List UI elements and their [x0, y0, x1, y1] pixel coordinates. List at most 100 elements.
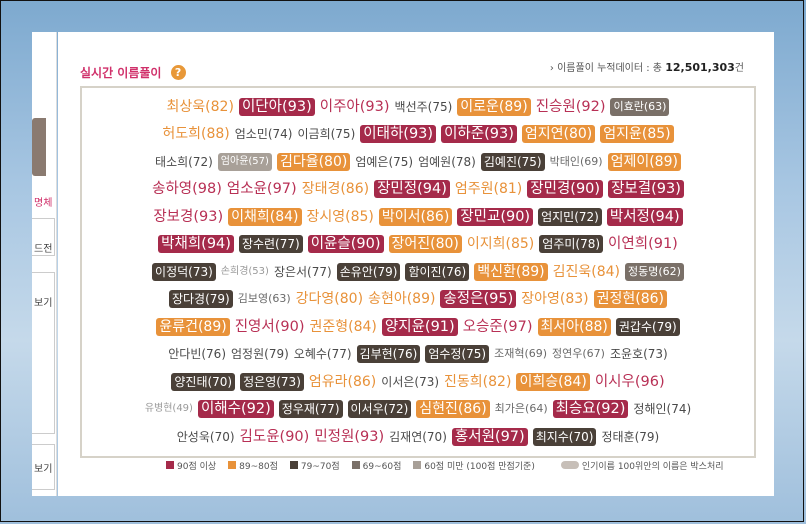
- name-link[interactable]: 백신환(89): [474, 262, 548, 281]
- name-link[interactable]: 이해수(92): [197, 400, 274, 419]
- name-link[interactable]: 최가은(64): [495, 400, 548, 418]
- name-link[interactable]: 엄소윤(97): [227, 180, 297, 198]
- name-link[interactable]: 장시영(85): [307, 208, 374, 226]
- name-link[interactable]: 장어진(80): [388, 235, 462, 254]
- name-link[interactable]: 엄소민(74): [235, 125, 293, 143]
- name-link[interactable]: 허도희(88): [162, 125, 229, 143]
- name-link[interactable]: 이지희(85): [467, 235, 534, 253]
- sidebar-label-3[interactable]: 보기: [34, 294, 54, 309]
- name-link[interactable]: 손희경(53): [221, 263, 269, 281]
- name-link[interactable]: 장민교(90): [457, 207, 534, 226]
- name-link[interactable]: 김부현(76): [356, 345, 421, 364]
- name-link[interactable]: 장보경(93): [153, 208, 223, 226]
- name-link[interactable]: 김도윤(90): [240, 428, 310, 446]
- name-link[interactable]: 이하준(93): [441, 125, 517, 144]
- name-link[interactable]: 엄제이(89): [607, 152, 681, 171]
- name-link[interactable]: 장은서(77): [274, 263, 332, 281]
- name-link[interactable]: 최승요(92): [552, 400, 629, 419]
- name-link[interactable]: 장다경(79): [168, 290, 233, 309]
- name-link[interactable]: 이주아(93): [320, 98, 390, 116]
- name-link[interactable]: 송하영(98): [152, 180, 222, 198]
- name-link[interactable]: 정은영(73): [240, 372, 304, 391]
- sidebar-button[interactable]: [32, 118, 46, 176]
- name-link[interactable]: 장민정(94): [374, 180, 450, 199]
- name-link[interactable]: 엄주미(78): [539, 235, 604, 254]
- name-link[interactable]: 홍서원(97): [451, 427, 528, 446]
- name-link[interactable]: 엄주원(81): [455, 180, 522, 198]
- name-link[interactable]: 엄지연(80): [521, 125, 596, 144]
- name-link[interactable]: 진영서(90): [235, 318, 305, 336]
- name-link[interactable]: 장보결(93): [608, 180, 684, 199]
- name-link[interactable]: 이단아(93): [238, 97, 315, 116]
- name-link[interactable]: 장태경(86): [302, 180, 369, 198]
- name-link[interactable]: 김재연(70): [389, 428, 447, 446]
- sidebar-label-2[interactable]: 드전: [34, 240, 54, 255]
- name-link[interactable]: 이희승(84): [516, 372, 590, 391]
- sidebar-label-4[interactable]: 보기: [34, 460, 54, 475]
- name-link[interactable]: 양지윤(91): [381, 317, 458, 336]
- name-link[interactable]: 김예진(75): [480, 152, 545, 171]
- name-link[interactable]: 엄아윤(57): [217, 152, 272, 171]
- name-link[interactable]: 진승원(92): [536, 98, 606, 116]
- name-link[interactable]: 송현아(89): [368, 290, 435, 308]
- name-link[interactable]: 엄유라(86): [309, 373, 376, 391]
- name-link[interactable]: 유병현(49): [145, 400, 193, 418]
- name-link[interactable]: 정동명(62): [625, 262, 684, 281]
- name-link[interactable]: 박태인(69): [550, 153, 603, 171]
- name-link[interactable]: 김다율(80): [276, 152, 351, 171]
- name-link[interactable]: 이서우(72): [347, 400, 412, 419]
- name-link[interactable]: 손유안(79): [336, 262, 401, 281]
- name-link[interactable]: 이태하(93): [360, 125, 437, 144]
- name-link[interactable]: 엄지윤(85): [600, 125, 674, 144]
- name-link[interactable]: 심현진(86): [416, 400, 490, 419]
- name-link[interactable]: 조윤호(73): [610, 345, 668, 363]
- name-link[interactable]: 안다빈(76): [168, 345, 226, 363]
- name-link[interactable]: 이서은(73): [381, 373, 439, 391]
- name-link[interactable]: 김보영(63): [238, 290, 291, 308]
- name-link[interactable]: 안성욱(70): [177, 428, 235, 446]
- name-link[interactable]: 박서정(94): [606, 207, 683, 226]
- name-link[interactable]: 정연우(67): [552, 345, 605, 363]
- name-link[interactable]: 조재혁(69): [494, 345, 547, 363]
- name-link[interactable]: 권갑수(79): [615, 317, 680, 336]
- name-link[interactable]: 엄지민(72): [538, 207, 602, 226]
- name-link[interactable]: 강다영(80): [296, 290, 363, 308]
- name-link[interactable]: 윤류건(89): [156, 317, 230, 336]
- name-link[interactable]: 장민경(90): [527, 180, 604, 199]
- name-link[interactable]: 태소희(72): [155, 153, 213, 171]
- name-link[interactable]: 엄예은(75): [355, 153, 413, 171]
- name-link[interactable]: 함이진(76): [405, 262, 470, 281]
- name-link[interactable]: 장수련(77): [238, 235, 303, 254]
- name-link[interactable]: 권정현(86): [593, 290, 668, 309]
- name-link[interactable]: 민정원(93): [314, 428, 384, 446]
- name-link[interactable]: 엄예원(78): [418, 153, 476, 171]
- name-link[interactable]: 오혜수(77): [294, 345, 352, 363]
- name-link[interactable]: 백선주(75): [395, 98, 453, 116]
- name-link[interactable]: 정태훈(79): [601, 428, 659, 446]
- name-link[interactable]: 이효란(63): [610, 97, 670, 116]
- name-link[interactable]: 장아영(83): [521, 290, 588, 308]
- name-link[interactable]: 이로운(89): [457, 97, 531, 116]
- name-link[interactable]: 최서아(88): [537, 317, 611, 336]
- name-link[interactable]: 김진욱(84): [553, 263, 620, 281]
- name-link[interactable]: 엄정원(79): [231, 345, 289, 363]
- name-link[interactable]: 최지수(70): [532, 427, 597, 446]
- name-link[interactable]: 이연희(91): [608, 235, 678, 253]
- name-link[interactable]: 이채희(84): [228, 207, 302, 226]
- name-link[interactable]: 정우재(77): [278, 400, 343, 419]
- name-link[interactable]: 권준형(84): [310, 318, 377, 336]
- name-link[interactable]: 송정은(95): [440, 290, 517, 309]
- name-link[interactable]: 박채희(94): [158, 235, 234, 254]
- name-link[interactable]: 엄수정(75): [425, 345, 490, 364]
- name-link[interactable]: 이시우(96): [595, 373, 665, 391]
- name-link[interactable]: 최상욱(82): [167, 98, 234, 116]
- name-link[interactable]: 양진태(70): [171, 372, 236, 391]
- name-link[interactable]: 정해인(74): [633, 400, 691, 418]
- name-link[interactable]: 이정덕(73): [152, 262, 216, 281]
- name-link[interactable]: 이윤슬(90): [307, 235, 384, 254]
- question-circle-icon[interactable]: ?: [170, 65, 186, 80]
- name-link[interactable]: 오승준(97): [463, 318, 533, 336]
- name-link[interactable]: 진동희(82): [444, 373, 511, 391]
- name-link[interactable]: 박이서(86): [378, 207, 453, 226]
- name-link[interactable]: 이금희(75): [298, 125, 356, 143]
